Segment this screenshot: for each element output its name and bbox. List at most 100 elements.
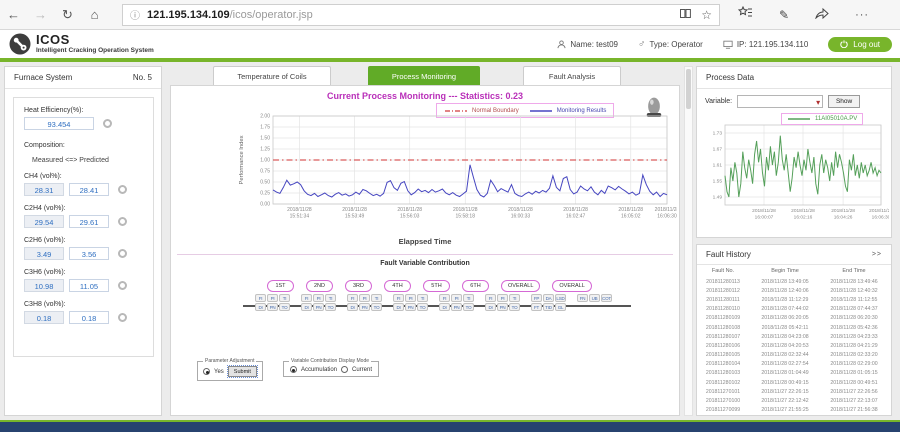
home-icon[interactable]: ⌂ [81, 7, 108, 22]
variable-select[interactable]: ▾ [737, 95, 823, 108]
gear-icon[interactable] [118, 185, 127, 194]
show-button[interactable]: Show [828, 95, 860, 108]
variable-tile[interactable]: FI [485, 294, 496, 302]
fault-row[interactable]: 2018112801022018/11/28 00:49:152018/11/2… [697, 378, 891, 387]
variable-tile[interactable]: LSD [555, 294, 566, 302]
heat-efficiency-value[interactable]: 93.454 [24, 117, 94, 130]
gear-icon[interactable] [118, 217, 127, 226]
variable-tile[interactable]: FI [347, 294, 358, 302]
address-bar[interactable]: ⓘ 121.195.134.109/icos/operator.jsp ☆ [122, 4, 720, 26]
variable-tile[interactable]: PN [405, 303, 416, 311]
fault-row[interactable]: 2018112801122018/11/28 12:40:062018/11/2… [697, 286, 891, 295]
fault-row[interactable]: 2018112801052018/11/28 02:32:442018/11/2… [697, 351, 891, 360]
variable-tile[interactable]: PN [359, 303, 370, 311]
variable-tile[interactable]: PI [405, 294, 416, 302]
variable-tile[interactable]: TID [543, 303, 554, 311]
contribution-button-2-2nd[interactable]: 2ND [306, 280, 333, 292]
favorite-star-icon[interactable]: ☆ [701, 8, 712, 22]
variable-tile[interactable]: DI [439, 303, 450, 311]
fault-row[interactable]: 2018112801062018/11/28 04:20:532018/11/2… [697, 341, 891, 350]
predicted-value[interactable]: 28.41 [69, 183, 109, 196]
variable-tile[interactable]: PI [359, 294, 370, 302]
gear-icon[interactable] [118, 249, 127, 258]
fault-row[interactable]: 2018112701012018/11/27 22:26:152018/11/2… [697, 387, 891, 396]
variable-tile[interactable]: PI [451, 294, 462, 302]
variable-tile[interactable]: FP [531, 294, 542, 302]
variable-tile[interactable]: TO [417, 303, 428, 311]
fault-row[interactable]: 2018112801092018/11/28 06:20:052018/11/2… [697, 314, 891, 323]
fault-row[interactable]: 2018112801102018/11/28 07:44:022018/11/2… [697, 305, 891, 314]
variable-tile[interactable]: UB [589, 294, 600, 302]
predicted-value[interactable]: 3.56 [69, 247, 109, 260]
variable-tile[interactable]: FI [301, 294, 312, 302]
variable-tile[interactable]: TO [371, 303, 382, 311]
variable-tile[interactable]: FI [439, 294, 450, 302]
variable-tile[interactable]: DI [255, 303, 266, 311]
variable-tile[interactable]: TI [325, 294, 336, 302]
variable-tile[interactable]: TO [463, 303, 474, 311]
variable-tile[interactable]: GL [555, 303, 566, 311]
contribution-button-1-1st[interactable]: 1ST [267, 280, 294, 292]
variable-tile[interactable]: TI [463, 294, 474, 302]
variable-tile[interactable]: TO [279, 303, 290, 311]
tab-temperature-of-coils[interactable]: Temperature of Coils [213, 66, 331, 85]
current-radio[interactable] [341, 366, 348, 373]
contribution-button-5-5th[interactable]: 5TH [423, 280, 450, 292]
logout-button[interactable]: Log out [828, 37, 892, 52]
variable-tile[interactable]: DI [301, 303, 312, 311]
variable-tile[interactable]: PI [497, 294, 508, 302]
fault-row[interactable]: 2018112801112018/11/28 11:12:292018/11/2… [697, 295, 891, 304]
variable-tile[interactable]: TI [417, 294, 428, 302]
fault-row[interactable]: 2018112701002018/11/27 22:12:422018/11/2… [697, 396, 891, 405]
forward-icon[interactable]: → [27, 7, 54, 22]
variable-tile[interactable]: TI [371, 294, 382, 302]
variable-tile[interactable]: FI [255, 294, 266, 302]
variable-tile[interactable]: PN [313, 303, 324, 311]
variable-tile[interactable]: TI [279, 294, 290, 302]
variable-tile[interactable]: PN [267, 303, 278, 311]
contribution-button-6-6th[interactable]: 6TH [462, 280, 489, 292]
submit-button[interactable]: Submit [228, 366, 257, 377]
predicted-value[interactable]: 0.18 [69, 311, 109, 324]
variable-tile[interactable]: PI [313, 294, 324, 302]
site-info-icon[interactable]: ⓘ [130, 7, 140, 22]
contribution-button-7-overall[interactable]: OVERALL [501, 280, 540, 292]
scrollbar[interactable] [684, 66, 693, 416]
gear-icon[interactable] [118, 281, 127, 290]
variable-tile[interactable]: TO [509, 303, 520, 311]
variable-tile[interactable]: TO [325, 303, 336, 311]
variable-tile[interactable]: FT [531, 303, 542, 311]
variable-tile[interactable]: FI [393, 294, 404, 302]
variable-tile[interactable]: DI [485, 303, 496, 311]
gear-icon[interactable] [103, 119, 112, 128]
predicted-value[interactable]: 11.05 [69, 279, 109, 292]
tab-fault-analysis[interactable]: Fault Analysis [523, 66, 621, 85]
fault-row[interactable]: 2018112801082018/11/28 05:42:112018/11/2… [697, 323, 891, 332]
variable-tile[interactable]: COT [601, 294, 612, 302]
fault-row[interactable]: 2018112801072018/11/28 04:23:082018/11/2… [697, 332, 891, 341]
fault-row[interactable]: 2018112700992018/11/27 21:55:252018/11/2… [697, 406, 891, 415]
reading-view-icon[interactable] [680, 8, 691, 22]
variable-tile[interactable]: TI [509, 294, 520, 302]
variable-tile[interactable]: DI [347, 303, 358, 311]
favorites-list-icon[interactable] [738, 6, 753, 24]
fault-row[interactable]: 2018112801042018/11/28 02:27:542018/11/2… [697, 360, 891, 369]
variable-tile[interactable]: DA [543, 294, 554, 302]
variable-tile[interactable]: FN [577, 294, 588, 302]
tab-process-monitoring[interactable]: Process Monitoring [368, 66, 480, 85]
predicted-value[interactable]: 29.61 [69, 215, 109, 228]
scrollbar-thumb[interactable] [686, 69, 691, 109]
back-icon[interactable]: ← [0, 7, 27, 22]
gear-icon[interactable] [118, 313, 127, 322]
contribution-button-8-overall[interactable]: OVERALL [552, 280, 591, 292]
variable-tile[interactable]: PN [451, 303, 462, 311]
variable-tile[interactable]: DI [393, 303, 404, 311]
param-yes-radio[interactable] [203, 368, 210, 375]
contribution-button-3-3rd[interactable]: 3RD [345, 280, 372, 292]
fault-row[interactable]: 2018112801032018/11/28 01:04:492018/11/2… [697, 369, 891, 378]
contribution-button-4-4th[interactable]: 4TH [384, 280, 411, 292]
variable-tile[interactable]: PI [267, 294, 278, 302]
more-menu-icon[interactable]: ··· [855, 9, 869, 21]
variable-tile[interactable]: PN [497, 303, 508, 311]
fault-history-more-link[interactable]: >> [872, 245, 882, 265]
